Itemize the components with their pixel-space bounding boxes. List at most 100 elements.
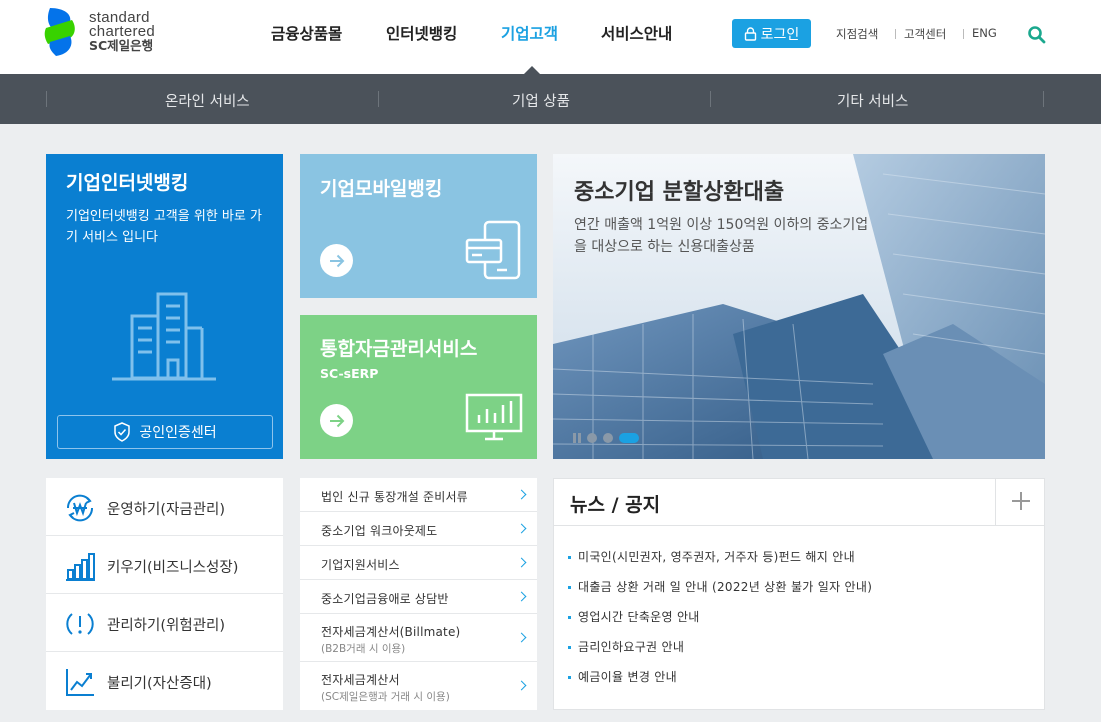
shield-check-icon [114,422,131,442]
gnb-products[interactable]: 금융상품몰 [271,22,342,46]
arrow-right-icon[interactable] [320,404,353,437]
warning-icon [66,613,94,635]
link-item[interactable]: 기업지원서비스 [300,546,537,580]
bullet-icon [568,646,571,649]
tile-mobile-banking[interactable]: 기업모바일뱅킹 [300,154,537,298]
pause-icon[interactable] [573,433,581,443]
news-item[interactable]: 미국인(시민권자, 영주권자, 거주자 등)펀드 해지 안내 [568,548,855,565]
login-button[interactable]: 로그인 [732,19,811,48]
gnb-internet-banking[interactable]: 인터넷뱅킹 [386,22,457,46]
certificate-center-label: 공인인증센터 [139,425,217,441]
chevron-right-icon [516,591,527,602]
link-item[interactable]: 전자세금계산서(Billmate) (B2B거래 시 이용) [300,614,537,662]
header: standard chartered SC제일은행 금융상품몰 인터넷뱅킹 기업… [0,0,1101,74]
logo-line3: SC제일은행 [89,38,154,53]
subnav-online-service[interactable]: 온라인 서비스 [165,90,250,111]
util-customer-center[interactable]: 고객센터 [904,26,946,42]
tile-erp[interactable]: 통합자금관리서비스 SC-sERP [300,315,537,459]
link-sublabel: (B2B거래 시 이용) [321,643,406,655]
divider [554,525,1044,526]
certificate-center-button[interactable]: 공인인증센터 [57,415,273,449]
quick-menu-grow[interactable]: 키우기(비즈니스성장) [46,536,283,594]
chevron-right-icon [516,680,527,691]
link-label: 기업지원서비스 [321,558,400,572]
building-icon [112,292,216,381]
quick-menu-label: 키우기(비즈니스성장) [107,560,239,576]
news-item[interactable]: 대출금 상환 거래 일 안내 (2022년 상환 불가 일자 안내) [568,578,872,595]
tile-title: 기업인터넷뱅킹 [66,172,189,194]
banner-pager [573,432,639,444]
news-item-text: 금리인하요구권 안내 [578,640,685,654]
bullet-icon [568,556,571,559]
chevron-right-icon [516,489,527,500]
quick-menu-label: 불리기(자산증대) [107,676,212,692]
news-item-text: 영업시간 단축운영 안내 [578,610,700,624]
link-item[interactable]: 법인 신규 통장개설 준비서류 [300,478,537,512]
bullet-icon [568,676,571,679]
sc-logo[interactable]: standard chartered SC제일은행 [44,6,184,62]
divider [995,479,996,525]
mobile-card-icon [465,220,521,280]
quick-menu: 운영하기(자금관리) 키우기(비즈니스성장) 관리하기(위험관리) 불리기(자산… [46,478,283,710]
subnav-other-services[interactable]: 기타 서비스 [837,90,908,111]
active-indicator [524,66,540,74]
util-english[interactable]: ENG [972,26,997,40]
util-separator [895,29,896,39]
tile-subtitle: SC-sERP [320,366,379,381]
link-label: 법인 신규 통장개설 준비서류 [321,490,468,504]
link-item[interactable]: 중소기업금융애로 상담반 [300,580,537,614]
news-item[interactable]: 예금이율 변경 안내 [568,668,677,685]
chevron-right-icon [516,632,527,643]
news-item[interactable]: 금리인하요구권 안내 [568,638,684,655]
bar-chart-icon [66,553,95,581]
news-title: 뉴스 / 공지 [570,494,661,516]
pager-dot-active[interactable] [619,433,639,443]
sub-navigation: 온라인 서비스 기업 상품 기타 서비스 [0,74,1101,124]
pager-dot[interactable] [587,433,597,443]
link-label: 중소기업금융애로 상담반 [321,592,449,606]
quick-menu-manage[interactable]: 관리하기(위험관리) [46,594,283,652]
tile-title: 기업모바일뱅킹 [320,178,443,200]
lock-icon [744,26,756,41]
link-item[interactable]: 중소기업 워크아웃제도 [300,512,537,546]
news-item-text: 대출금 상환 거래 일 안내 (2022년 상환 불가 일자 안내) [578,580,873,594]
link-list: 법인 신규 통장개설 준비서류 중소기업 워크아웃제도 기업지원서비스 중소기업… [300,478,537,710]
gnb-corporate[interactable]: 기업고객 [501,22,558,46]
logo-line2: chartered [89,23,156,40]
subnav-separator [378,91,379,107]
banner-title: 중소기업 분할상환대출 [574,180,785,205]
tile-description: 기업인터넷뱅킹 고객을 위한 바로 가기 서비스 입니다 [66,209,262,245]
subnav-separator [1043,91,1044,107]
pager-dot[interactable] [603,433,613,443]
quick-menu-operate[interactable]: 운영하기(자금관리) [46,478,283,536]
banner-description: 연간 매출액 1억원 이상 150억원 이하의 중소기업을 대상으로 하는 신용… [574,217,869,255]
subnav-separator [46,91,47,107]
util-branch-search[interactable]: 지점검색 [836,26,878,42]
gnb-service[interactable]: 서비스안내 [601,22,672,46]
link-label: 중소기업 워크아웃제도 [321,524,438,538]
news-item-text: 예금이율 변경 안내 [578,670,677,684]
bullet-icon [568,616,571,619]
login-label: 로그인 [760,26,800,43]
sc-logo-icon [44,8,75,56]
news-item-text: 미국인(시민권자, 영주권자, 거주자 등)펀드 해지 안내 [578,550,855,564]
subnav-corporate-products[interactable]: 기업 상품 [512,90,570,111]
chevron-right-icon [516,523,527,534]
arrow-right-icon[interactable] [320,244,353,277]
search-icon[interactable] [1027,25,1046,44]
news-panel: 뉴스 / 공지 미국인(시민권자, 영주권자, 거주자 등)펀드 해지 안내 대… [553,478,1045,710]
promo-banner[interactable]: 중소기업 분할상환대출 연간 매출액 1억원 이상 150억원 이하의 중소기업… [553,154,1045,459]
monitor-chart-icon [465,393,523,441]
bullet-icon [568,586,571,589]
tile-title: 통합자금관리서비스 [320,338,478,360]
plus-icon[interactable] [1011,491,1031,511]
link-label: 전자세금계산서(Billmate) [321,625,461,639]
news-item[interactable]: 영업시간 단축운영 안내 [568,608,700,625]
quick-menu-label: 운영하기(자금관리) [107,502,226,518]
chevron-right-icon [516,557,527,568]
link-item[interactable]: 전자세금계산서 (SC제일은행과 거래 시 이용) [300,662,537,710]
quick-menu-increase[interactable]: 불리기(자산증대) [46,652,283,710]
link-sublabel: (SC제일은행과 거래 시 이용) [321,691,450,703]
tile-internet-banking[interactable]: 기업인터넷뱅킹 기업인터넷뱅킹 고객을 위한 바로 가기 서비스 입니다 공인인… [46,154,283,459]
quick-menu-label: 관리하기(위험관리) [107,618,226,634]
